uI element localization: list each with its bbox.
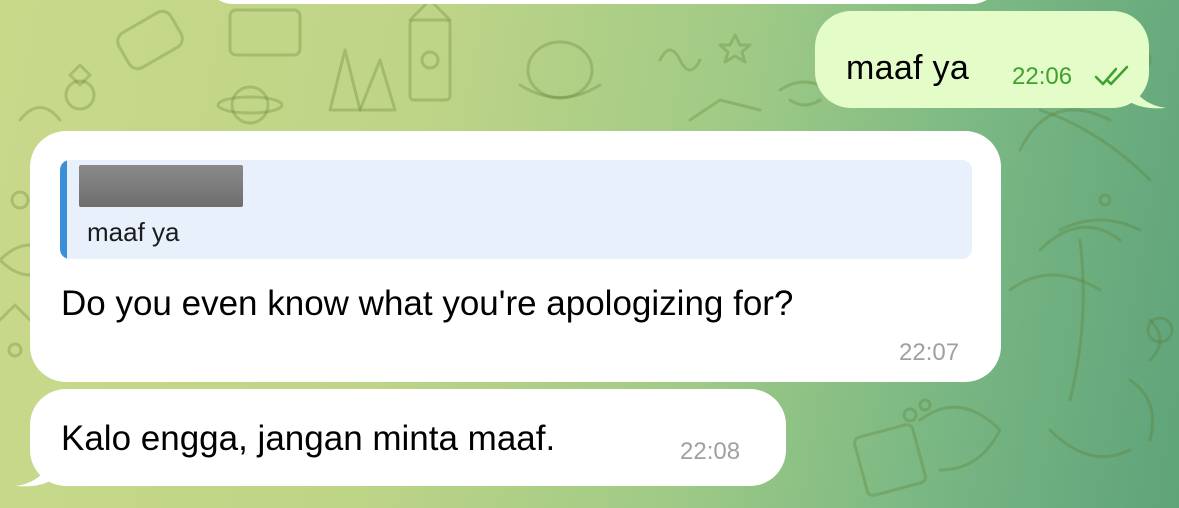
incoming-message-bubble[interactable]: maaf ya Do you even know what you're apo…	[30, 131, 1001, 382]
incoming-message-bubble[interactable]: Kalo engga, jangan minta maaf. 22:08	[30, 389, 786, 486]
message-time: 22:07	[899, 339, 960, 366]
quoted-text: maaf ya	[87, 217, 180, 247]
reply-accent-bar	[60, 160, 67, 259]
previous-message-bubble	[205, 0, 1000, 4]
message-text: maaf ya	[846, 49, 970, 87]
quoted-reply[interactable]: maaf ya	[60, 160, 972, 259]
message-time: 22:08	[680, 438, 741, 465]
incoming-bubble-tail	[16, 456, 52, 487]
message-text: Kalo engga, jangan minta maaf.	[61, 419, 556, 458]
redacted-sender-name	[79, 165, 243, 207]
message-text: Do you even know what you're apologizing…	[61, 284, 794, 323]
message-time: 22:06	[1012, 63, 1073, 90]
outgoing-bubble-tail	[1130, 80, 1166, 109]
outgoing-message-bubble[interactable]: maaf ya 22:06	[815, 11, 1149, 108]
double-check-icon	[1094, 65, 1129, 86]
chat-background: maaf ya 22:06 maaf ya Do you even know w…	[0, 0, 1179, 508]
